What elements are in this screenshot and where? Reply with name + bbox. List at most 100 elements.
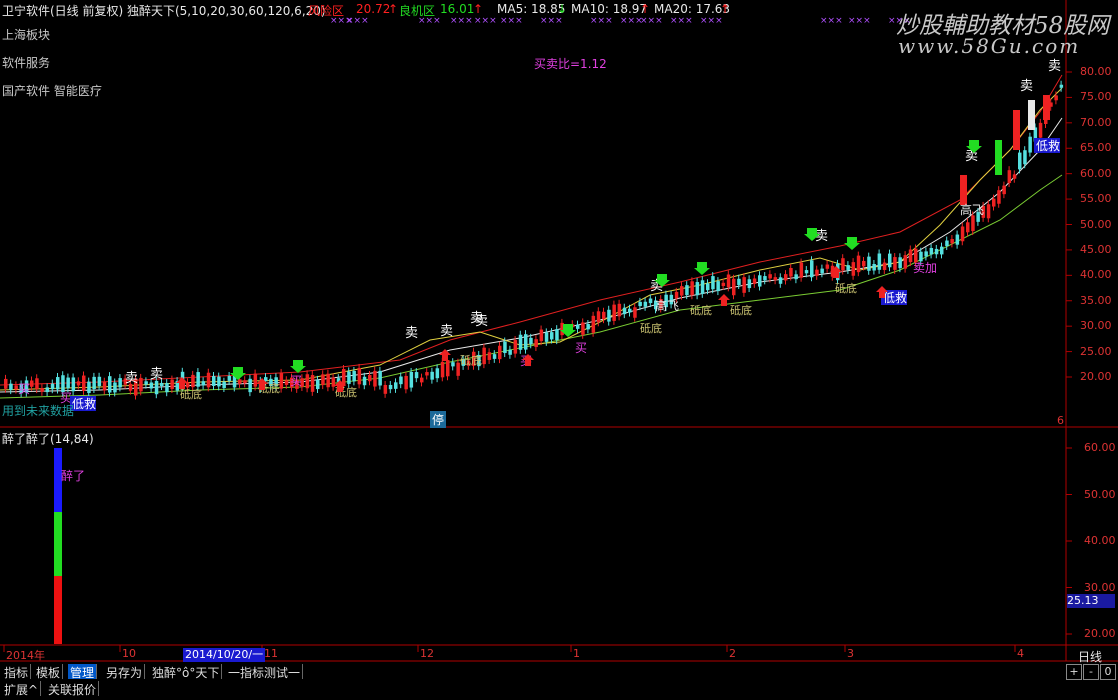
extension-button[interactable]: 扩展^ xyxy=(2,681,42,697)
candle-body xyxy=(394,382,398,389)
candle-body xyxy=(867,256,871,271)
sub-tick-label: 50.00 xyxy=(1084,487,1116,501)
candle-body xyxy=(685,285,689,296)
candle-body xyxy=(206,372,211,388)
candle-body xyxy=(690,281,694,296)
candle-body-large xyxy=(1043,95,1050,120)
bottom-marker: 砥底 xyxy=(690,303,712,317)
sub-tick-label: 30.00 xyxy=(1084,580,1116,594)
sell-marker: 卖 xyxy=(440,324,453,339)
candle-body xyxy=(851,262,856,276)
candle-body xyxy=(997,190,1001,204)
opp-arrow: ↑ xyxy=(473,2,484,16)
candle-body xyxy=(4,378,8,389)
zoom-control-button[interactable]: - xyxy=(1083,664,1099,680)
candle-body xyxy=(872,263,876,271)
candle-body xyxy=(383,384,388,394)
candle-body xyxy=(716,281,720,292)
candle-body xyxy=(61,375,65,393)
candle-body xyxy=(820,268,824,274)
candle-body xyxy=(602,311,606,320)
price-tick-label: 45.00 xyxy=(1080,242,1112,256)
candle-body xyxy=(56,377,60,390)
sub-indicator-title: 醉了醉了(14,84) xyxy=(2,432,94,446)
candle-body xyxy=(1007,170,1012,184)
candle-body xyxy=(711,276,715,290)
candle-body xyxy=(908,249,913,263)
zoom-control-button[interactable]: + xyxy=(1066,664,1082,680)
candle-body xyxy=(773,277,778,281)
rescue-marker: 低救 xyxy=(883,290,907,305)
price-tick-label: 60.00 xyxy=(1080,166,1112,180)
extension-button[interactable]: 关联报价 xyxy=(46,681,100,697)
candle-body xyxy=(955,234,960,245)
candle-body xyxy=(253,373,258,387)
buy-arrow xyxy=(694,262,710,275)
candle-body xyxy=(674,291,679,299)
candle-body xyxy=(191,374,195,388)
toolbar-button[interactable]: 另存为 xyxy=(104,664,146,680)
candle-body xyxy=(945,240,949,247)
bottom-marker: 砥底 xyxy=(640,321,662,335)
candle-body xyxy=(721,282,726,287)
candle-body xyxy=(919,251,923,262)
candle-body xyxy=(648,298,653,304)
indicator-bar-red xyxy=(54,576,62,644)
candle-body xyxy=(451,362,455,367)
candle-body xyxy=(518,334,523,350)
candle-body xyxy=(446,360,450,377)
rescue-marker: 低救 xyxy=(72,396,96,411)
candle-body xyxy=(539,329,544,342)
candle-body xyxy=(799,262,804,278)
candle-body xyxy=(628,308,632,313)
candle-body xyxy=(763,276,767,281)
price-tick-label: 80.00 xyxy=(1080,65,1112,78)
buy-arrow xyxy=(844,237,860,250)
risk-arrow: ↑ xyxy=(388,2,399,16)
buy-marker: 买 xyxy=(290,374,302,388)
sub-tick-label: 60.00 xyxy=(1084,441,1116,454)
toolbar-button[interactable]: 独醉°ô°天下 xyxy=(150,664,223,680)
candle-body xyxy=(87,381,91,394)
rescue-marker: 低救 xyxy=(1036,138,1060,153)
time-axis-label: 12 xyxy=(420,647,434,660)
toolbar-button[interactable]: 一指标测试一 xyxy=(226,664,304,680)
candle-body xyxy=(217,376,221,387)
candle-body xyxy=(794,274,798,280)
candle-body xyxy=(154,380,159,395)
sell-marker: 卖 xyxy=(405,326,418,341)
candle-body xyxy=(279,372,284,389)
candle-body xyxy=(97,376,102,387)
price-tick-label: 50.00 xyxy=(1080,217,1112,231)
time-axis-label: 2014年 xyxy=(6,649,45,662)
candle-body xyxy=(841,258,845,271)
candle-body xyxy=(726,274,731,288)
fly-marker: 高飞 xyxy=(655,298,679,313)
candle-body xyxy=(940,246,944,255)
toolbar-button[interactable]: 模板 xyxy=(34,664,64,680)
time-axis-label: 2 xyxy=(729,647,736,660)
candle-body xyxy=(347,371,351,384)
candle-body xyxy=(882,262,887,270)
toolbar-button[interactable]: 指标 xyxy=(2,664,32,680)
candle-body xyxy=(992,198,996,207)
chart-canvas[interactable]: 卖卖卖卖卖卖卖卖卖卖卖买买买买买砥底砥底砥底砥底砥底砥底砥底砥底高飞高飞卖加低救… xyxy=(0,0,1118,700)
candle-body xyxy=(165,383,169,393)
candle-body xyxy=(227,375,232,381)
toolbar-button[interactable]: 管理 xyxy=(68,664,98,680)
zoom-control-button[interactable]: 0 xyxy=(1100,664,1116,680)
candle-body xyxy=(680,286,684,296)
bottom-marker: 砥底 xyxy=(835,281,857,295)
price-tick-label: 65.00 xyxy=(1080,141,1112,155)
price-tick-label: 25.00 xyxy=(1080,344,1112,358)
candle-body xyxy=(71,377,76,392)
candle-body xyxy=(149,382,154,389)
buy-sell-ratio: 买卖比=1.12 xyxy=(534,57,607,71)
candle-body xyxy=(742,277,746,293)
candle-body xyxy=(30,380,34,387)
sector-industry: 软件服务 xyxy=(2,56,51,70)
candle-body xyxy=(212,376,216,386)
sub-tick-label: 40.00 xyxy=(1084,534,1116,547)
candle-body xyxy=(409,371,414,388)
candle-body xyxy=(529,337,533,345)
